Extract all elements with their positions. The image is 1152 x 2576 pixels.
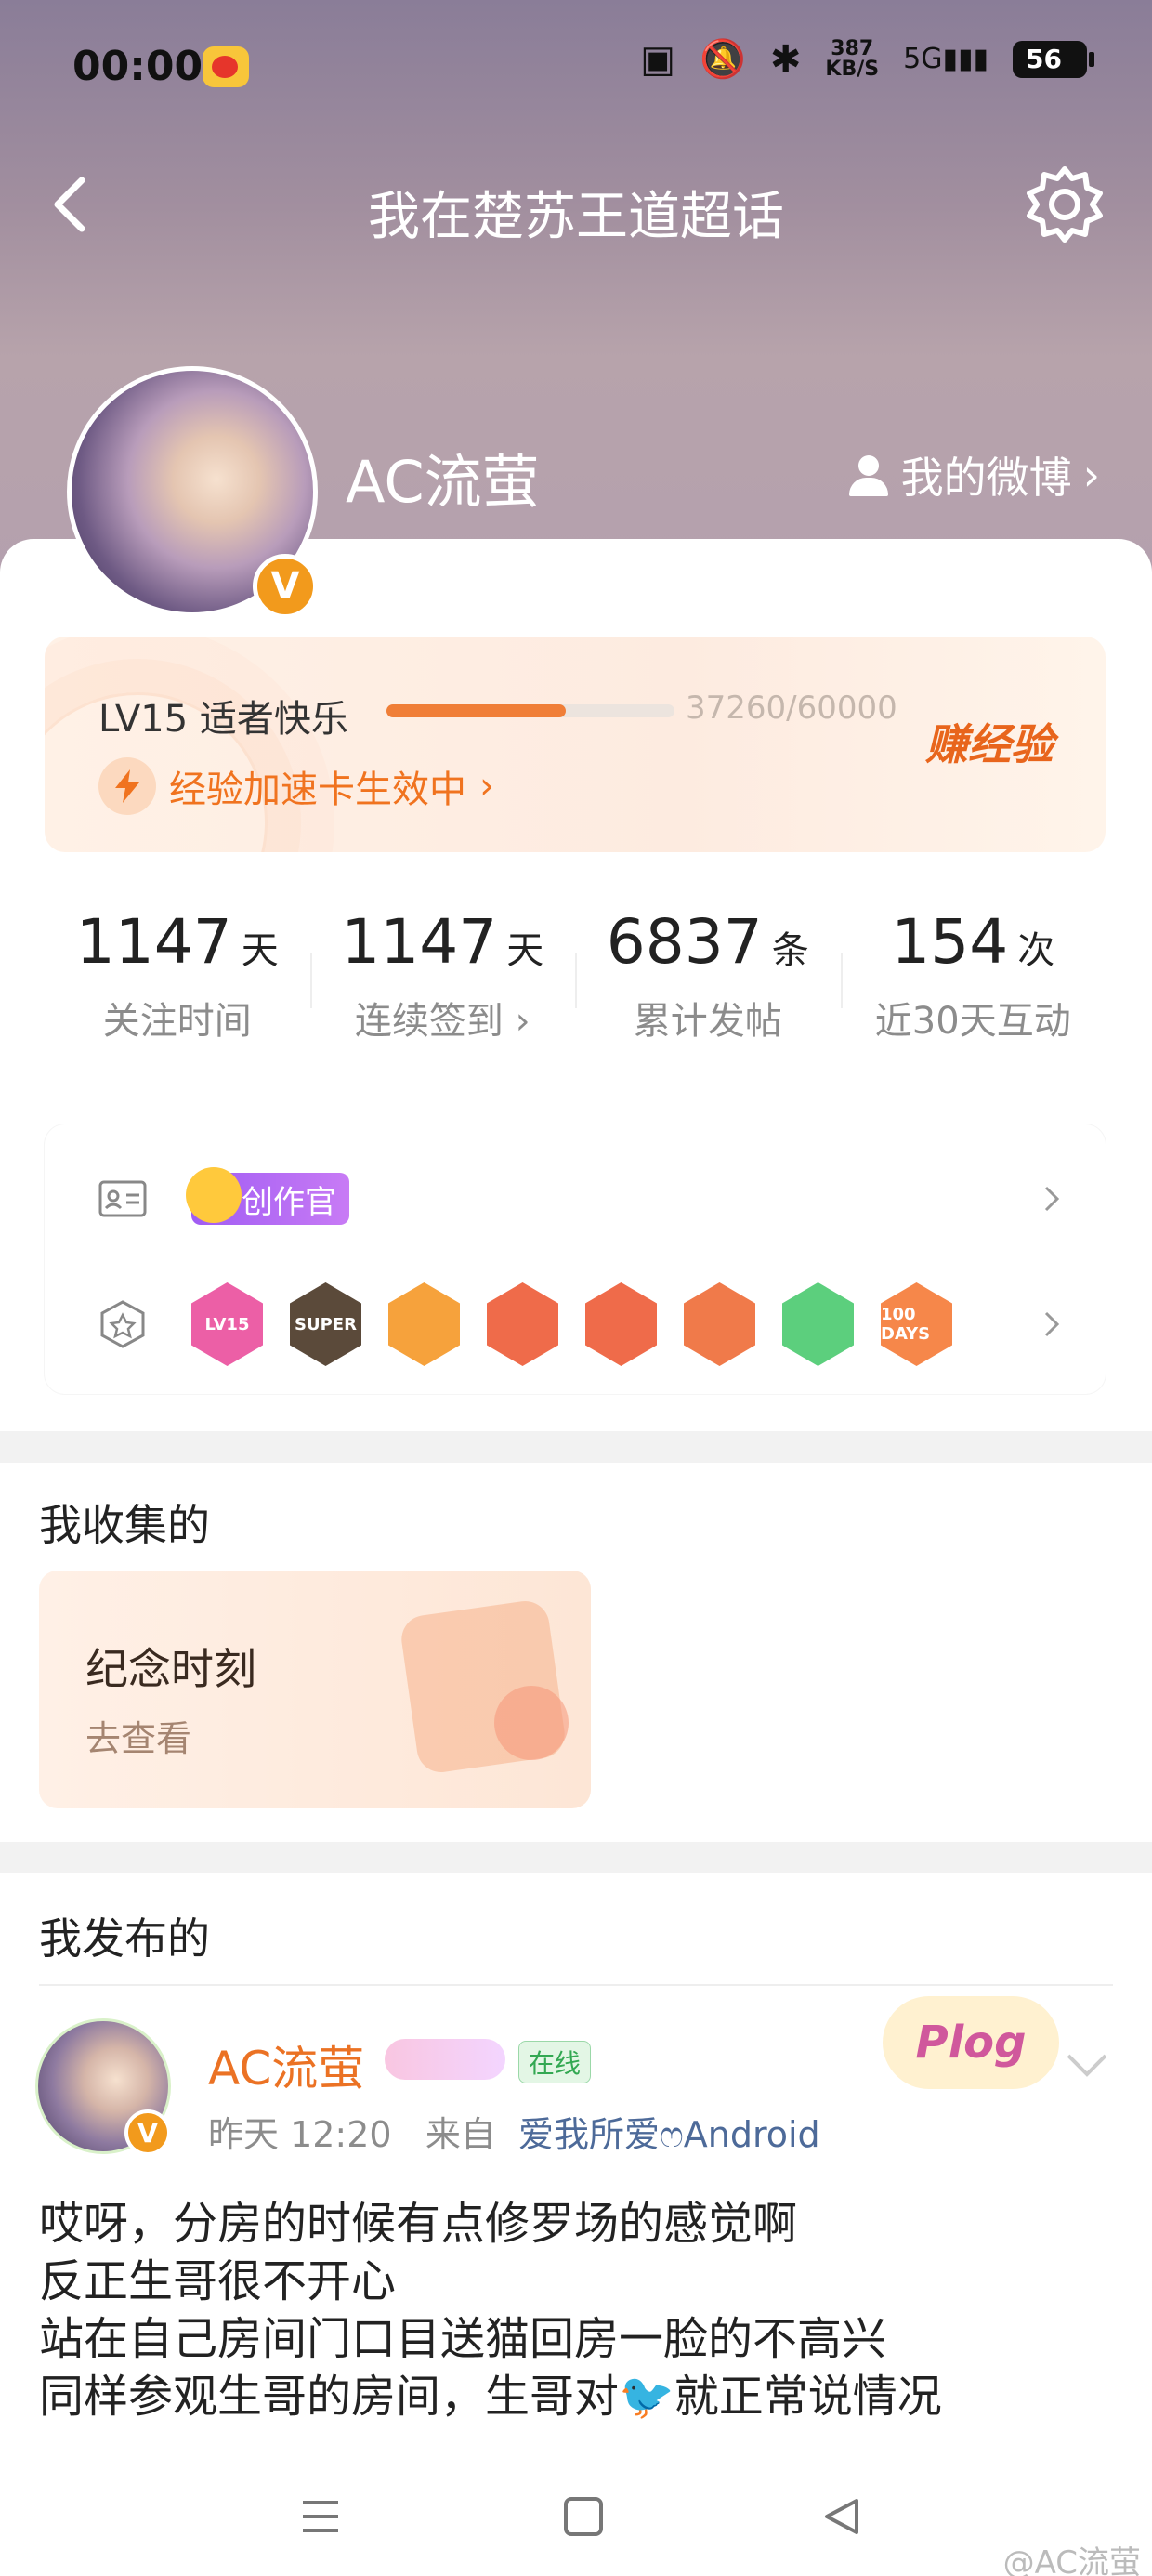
id-card-icon bbox=[98, 1180, 147, 1217]
nav-bar: 我在楚苏王道超话 bbox=[0, 158, 1152, 251]
chevron-right-icon: › bbox=[479, 765, 494, 808]
divider-line bbox=[39, 1984, 1113, 1986]
badges-panel: 创作官 LV15 SUPER 100 DAYS bbox=[45, 1124, 1106, 1394]
chevron-down-icon[interactable] bbox=[1063, 2046, 1111, 2083]
back-triangle-icon[interactable] bbox=[819, 2495, 866, 2538]
exp-boost-link[interactable]: 经验加速卡生效中 › bbox=[98, 757, 494, 815]
section-divider bbox=[0, 1842, 1152, 1873]
verified-badge-icon: V bbox=[253, 554, 318, 619]
identity-row[interactable]: 创作官 bbox=[45, 1162, 1106, 1236]
signal-icon: 5G▮▮▮ bbox=[903, 43, 988, 75]
menu-icon[interactable] bbox=[297, 2495, 344, 2538]
profile-card: LV15 适者快乐 37260/60000 赚经验 经验加速卡生效中 › 114… bbox=[0, 539, 1152, 1431]
nfc-icon: ▣ bbox=[640, 37, 676, 81]
level-progress-text: 37260/60000 bbox=[686, 690, 897, 727]
medals-row[interactable]: LV15 SUPER 100 DAYS bbox=[45, 1273, 1106, 1375]
mute-icon: 🔕 bbox=[700, 38, 746, 81]
level-progress-fill bbox=[386, 704, 566, 717]
post-line: 同样参观生哥的房间，生哥对🐦就正常说情况 bbox=[39, 2371, 942, 2423]
net-speed: 387 KB/S bbox=[825, 36, 880, 81]
weibo-notification-icon bbox=[203, 46, 249, 87]
battery-icon: 56 bbox=[1013, 40, 1094, 78]
medal-badge bbox=[487, 1282, 558, 1366]
lightning-icon bbox=[98, 757, 156, 815]
medal-badge bbox=[585, 1282, 657, 1366]
plog-sticker: Plog bbox=[883, 1996, 1059, 2089]
medal-badge: SUPER bbox=[290, 1282, 361, 1366]
memorial-moments-card[interactable]: 纪念时刻 去查看 bbox=[39, 1571, 591, 1808]
memo-card-title: 纪念时刻 bbox=[85, 1644, 256, 1694]
stat-checkin-streak[interactable]: 1147 天 连续签到 › bbox=[309, 878, 576, 1083]
home-icon[interactable] bbox=[560, 2495, 607, 2538]
watermark: @AC流萤 bbox=[1002, 2544, 1141, 2576]
medal-badge bbox=[388, 1282, 460, 1366]
section-divider bbox=[0, 1431, 1152, 1463]
online-status-badge: 在线 bbox=[518, 2041, 592, 2083]
profile-username: AC流萤 bbox=[346, 448, 540, 516]
fan-level-tag bbox=[385, 2039, 505, 2080]
memo-card-link: 去查看 bbox=[85, 1718, 192, 1759]
chevron-right-icon: › bbox=[1082, 450, 1100, 500]
medal-badge bbox=[684, 1282, 755, 1366]
heart-icon bbox=[494, 1686, 569, 1760]
status-bar: 00:00 ▣ 🔕 ✱ 387 KB/S 5G▮▮▮ 56 bbox=[0, 0, 1152, 139]
verified-badge-icon: V bbox=[124, 2109, 171, 2156]
level-title: LV15 适者快乐 bbox=[98, 698, 348, 741]
creator-badge: 创作官 bbox=[186, 1167, 349, 1225]
person-icon bbox=[847, 453, 890, 496]
chevron-right-icon bbox=[1044, 1311, 1060, 1337]
stat-interactions-30d: 154 次 近30天互动 bbox=[840, 878, 1106, 1083]
medal-badge bbox=[782, 1282, 854, 1366]
post-meta: 昨天 12:20 来自 爱我所爱ෆAndroid bbox=[208, 2114, 820, 2155]
published-section-title: 我发布的 bbox=[39, 1913, 210, 1964]
settings-gear-icon[interactable] bbox=[1018, 158, 1111, 251]
stat-total-posts: 6837 条 累计发帖 bbox=[575, 878, 841, 1083]
bluetooth-icon: ✱ bbox=[769, 37, 802, 81]
status-time: 00:00 bbox=[72, 43, 203, 90]
stat-follow-time: 1147 天 关注时间 bbox=[75, 906, 279, 1043]
post-line: 站在自己房间门口目送猫回房一脸的不高兴 bbox=[39, 2313, 887, 2365]
post-source: 爱我所爱ෆAndroid bbox=[518, 2114, 820, 2155]
post-line: 哎呀，分房的时候有点修罗场的感觉啊 bbox=[39, 2198, 798, 2250]
collected-section-title: 我收集的 bbox=[39, 1500, 210, 1550]
page-title: 我在楚苏王道超话 bbox=[368, 187, 784, 247]
post-author-name[interactable]: AC流萤 bbox=[208, 2031, 364, 2098]
level-progress-bar bbox=[386, 704, 674, 717]
medal-list: LV15 SUPER 100 DAYS bbox=[191, 1282, 952, 1366]
status-icons: ▣ 🔕 ✱ 387 KB/S 5G▮▮▮ 56 bbox=[640, 36, 1094, 81]
stats-row: 1147 天 关注时间 1147 天 连续签到 › 6837 条 累计发帖 154 次 … bbox=[45, 878, 1106, 1083]
system-nav-bar bbox=[0, 2453, 1152, 2576]
my-weibo-link[interactable]: 我的微博 › bbox=[847, 444, 1100, 506]
level-panel[interactable]: LV15 适者快乐 37260/60000 赚经验 经验加速卡生效中 › bbox=[45, 637, 1106, 852]
post-body[interactable]: 哎呀，分房的时候有点修罗场的感觉啊 反正生哥很不开心 站在自己房间门口目送猫回房… bbox=[39, 2195, 1117, 2425]
medal-badge: 100 DAYS bbox=[881, 1282, 952, 1366]
medal-icon bbox=[100, 1300, 145, 1348]
earn-exp-button[interactable]: 赚经验 bbox=[925, 711, 1054, 772]
post-line: 反正生哥很不开心 bbox=[39, 2255, 397, 2307]
chevron-right-icon bbox=[1044, 1186, 1060, 1212]
medal-badge: LV15 bbox=[191, 1282, 263, 1366]
